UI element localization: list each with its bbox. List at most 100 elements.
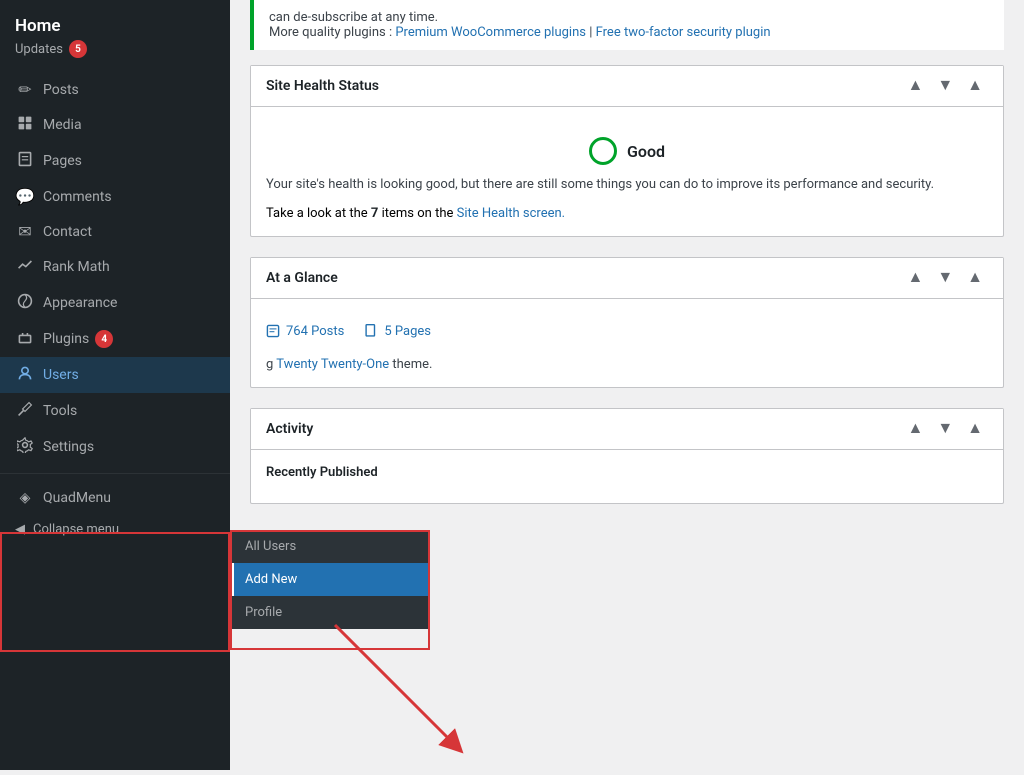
- users-label: Users: [43, 367, 79, 383]
- pages-icon: [15, 151, 35, 171]
- site-health-body: Good Your site's health is looking good,…: [251, 107, 1003, 236]
- collapse-menu-button[interactable]: ◀ Collapse menu: [0, 514, 230, 545]
- theme-link[interactable]: Twenty Twenty-One: [276, 357, 389, 372]
- flyout-menu-container: All Users Add New Profile: [230, 530, 430, 629]
- health-description: Your site's health is looking good, but …: [266, 175, 988, 196]
- users-section-highlight: [0, 532, 230, 652]
- at-a-glance-controls: ▲ ▼ ▲: [902, 268, 988, 288]
- contact-label: Contact: [43, 224, 92, 240]
- sidebar-item-plugins[interactable]: Plugins 4: [0, 321, 230, 357]
- glance-up-btn[interactable]: ▲: [902, 268, 928, 288]
- sidebar-item-posts[interactable]: ✏ Posts: [0, 72, 230, 107]
- activity-widget: Activity ▲ ▼ ▲ Recently Published: [250, 408, 1004, 504]
- at-a-glance-header: At a Glance ▲ ▼ ▲: [251, 258, 1003, 299]
- plugins-label: Plugins: [43, 331, 89, 347]
- site-health-header: Site Health Status ▲ ▼ ▲: [251, 66, 1003, 107]
- glance-theme-text: g Twenty Twenty-One theme.: [266, 357, 988, 372]
- glance-pages-item: 5 Pages: [364, 324, 431, 339]
- at-a-glance-title: At a Glance: [266, 270, 338, 286]
- quadmenu-label: QuadMenu: [43, 490, 111, 506]
- sidebar-item-settings[interactable]: Settings: [0, 429, 230, 465]
- sidebar-menu: ✏ Posts Media Pages: [0, 68, 230, 469]
- activity-down-btn[interactable]: ▼: [932, 419, 958, 439]
- glance-posts-link[interactable]: 764 Posts: [286, 324, 344, 339]
- sidebar-updates-link[interactable]: Updates 5: [15, 38, 215, 60]
- users-flyout-menu: All Users Add New Profile: [230, 530, 430, 629]
- quality-label: More quality plugins :: [269, 25, 392, 40]
- glance-down-btn[interactable]: ▼: [932, 268, 958, 288]
- site-health-widget: Site Health Status ▲ ▼ ▲ Good Your site'…: [250, 65, 1004, 237]
- activity-body: Recently Published: [251, 450, 1003, 503]
- contact-icon: ✉: [15, 222, 35, 241]
- sidebar-item-quadmenu[interactable]: ◈ QuadMenu: [0, 482, 230, 514]
- appearance-icon: [15, 293, 35, 313]
- comments-icon: 💬: [15, 187, 35, 206]
- sidebar-item-contact[interactable]: ✉ Contact: [0, 214, 230, 249]
- top-notice-bar: can de-subscribe at any time. More quali…: [250, 0, 1004, 50]
- sidebar-item-media[interactable]: Media: [0, 107, 230, 143]
- sidebar: Home Updates 5 ✏ Posts Media: [0, 0, 230, 770]
- users-icon: [15, 365, 35, 385]
- main-content: can de-subscribe at any time. More quali…: [230, 0, 1024, 770]
- activity-title: Activity: [266, 421, 313, 437]
- activity-header: Activity ▲ ▼ ▲: [251, 409, 1003, 450]
- health-screen-link[interactable]: Site Health screen.: [457, 206, 565, 221]
- sidebar-item-users[interactable]: Users: [0, 357, 230, 393]
- at-a-glance-widget: At a Glance ▲ ▼ ▲ 764 Posts 5 Pages: [250, 257, 1004, 388]
- quality-link-1[interactable]: Premium WooCommerce plugins: [395, 25, 586, 40]
- recently-published-label: Recently Published: [266, 465, 988, 480]
- health-items-count: 7: [371, 206, 378, 221]
- media-label: Media: [43, 117, 82, 133]
- comments-label: Comments: [43, 189, 112, 205]
- pages-label: Pages: [43, 153, 82, 169]
- sidebar-item-comments[interactable]: 💬 Comments: [0, 179, 230, 214]
- settings-icon: [15, 437, 35, 457]
- sidebar-bottom-menu: ◈ QuadMenu ◀ Collapse menu: [0, 478, 230, 549]
- take-look-text: Take a look at the: [266, 206, 368, 221]
- settings-label: Settings: [43, 439, 94, 455]
- flyout-profile[interactable]: Profile: [230, 596, 430, 629]
- sidebar-header: Home Updates 5: [0, 0, 230, 68]
- plugins-badge: 4: [95, 330, 113, 348]
- site-health-title: Site Health Status: [266, 78, 379, 94]
- updates-label: Updates: [15, 42, 63, 57]
- plugins-icon: [15, 329, 35, 349]
- flyout-add-new[interactable]: Add New: [230, 563, 430, 596]
- sidebar-item-rankmath[interactable]: Rank Math: [0, 249, 230, 285]
- glance-stats-grid: 764 Posts 5 Pages: [266, 314, 988, 349]
- quadmenu-icon: ◈: [15, 490, 35, 506]
- health-status-indicator: Good: [266, 122, 988, 175]
- quality-link-2[interactable]: Free two-factor security plugin: [596, 25, 771, 40]
- notice-text: can de-subscribe at any time.: [269, 10, 438, 25]
- health-items-text: Take a look at the 7 items on the Site H…: [266, 206, 988, 221]
- glance-posts-item: 764 Posts: [266, 324, 344, 339]
- updates-badge: 5: [69, 40, 87, 58]
- site-health-up-btn[interactable]: ▲: [902, 76, 928, 96]
- appearance-label: Appearance: [43, 295, 117, 311]
- activity-minimize-btn[interactable]: ▲: [962, 419, 988, 439]
- glance-pages-link[interactable]: 5 Pages: [384, 324, 431, 339]
- glance-pages-icon: [364, 324, 378, 338]
- collapse-label: Collapse menu: [33, 522, 119, 537]
- sidebar-separator: [0, 473, 230, 474]
- sidebar-item-pages[interactable]: Pages: [0, 143, 230, 179]
- activity-controls: ▲ ▼ ▲: [902, 419, 988, 439]
- health-status-label: Good: [627, 142, 665, 161]
- collapse-icon: ◀: [15, 522, 25, 537]
- at-a-glance-body: 764 Posts 5 Pages g Twenty Twenty-One th…: [251, 299, 1003, 387]
- posts-label: Posts: [43, 82, 79, 98]
- sidebar-item-tools[interactable]: Tools: [0, 393, 230, 429]
- health-items-label: items: [382, 206, 414, 221]
- media-icon: [15, 115, 35, 135]
- site-health-minimize-btn[interactable]: ▲: [962, 76, 988, 96]
- sidebar-item-appearance[interactable]: Appearance: [0, 285, 230, 321]
- activity-up-btn[interactable]: ▲: [902, 419, 928, 439]
- flyout-all-users[interactable]: All Users: [230, 530, 430, 563]
- sidebar-home-link[interactable]: Home: [15, 12, 215, 38]
- glance-minimize-btn[interactable]: ▲: [962, 268, 988, 288]
- site-health-controls: ▲ ▼ ▲: [902, 76, 988, 96]
- posts-icon: ✏: [15, 80, 35, 99]
- glance-posts-icon: [266, 324, 280, 338]
- site-health-down-btn[interactable]: ▼: [932, 76, 958, 96]
- rankmath-label: Rank Math: [43, 259, 110, 275]
